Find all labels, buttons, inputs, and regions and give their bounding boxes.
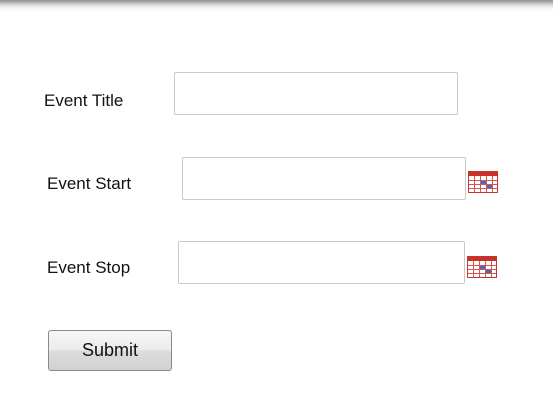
event-title-label: Event Title <box>44 91 124 110</box>
event-start-calendar-icon[interactable] <box>468 171 498 193</box>
submit-button[interactable]: Submit <box>48 330 172 371</box>
event-start-label: Event Start <box>47 174 132 193</box>
window-top-shadow <box>0 0 553 12</box>
event-title-input[interactable] <box>174 72 458 115</box>
event-start-input[interactable] <box>182 157 466 200</box>
event-stop-calendar-icon[interactable] <box>467 256 497 278</box>
event-stop-label: Event Stop <box>47 258 131 277</box>
event-stop-input[interactable] <box>178 241 465 284</box>
